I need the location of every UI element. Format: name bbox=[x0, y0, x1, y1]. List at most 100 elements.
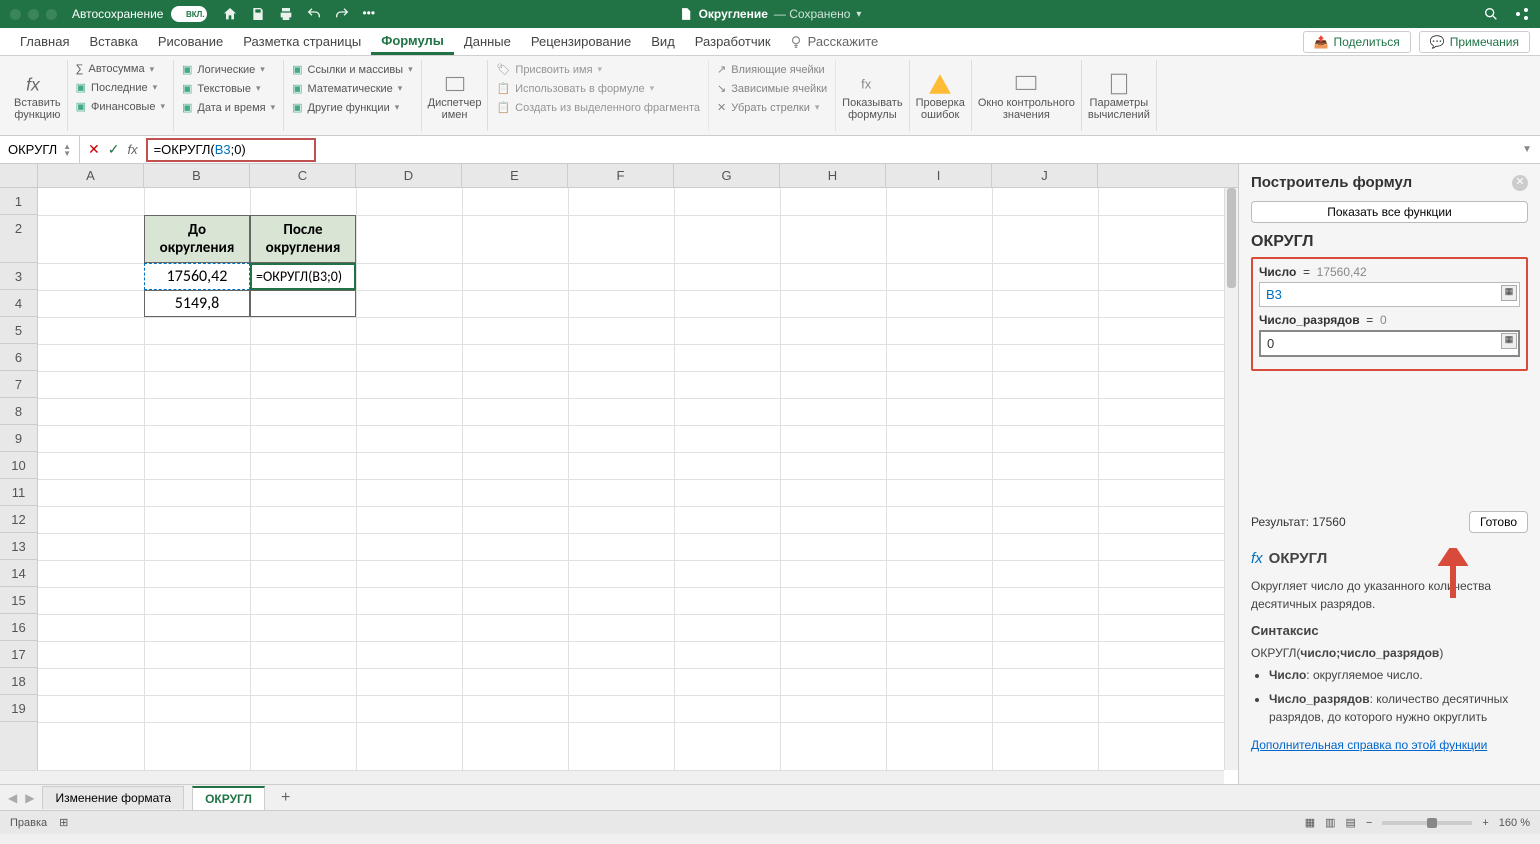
autosum-button[interactable]: ∑Автосумма bbox=[74, 60, 167, 78]
row-header[interactable]: 6 bbox=[0, 344, 37, 371]
save-icon[interactable] bbox=[250, 6, 266, 22]
accessibility-icon[interactable]: ⊞ bbox=[59, 816, 68, 829]
tab-view[interactable]: Вид bbox=[641, 30, 685, 53]
datetime-button[interactable]: ▣Дата и время bbox=[180, 98, 277, 117]
scrollbar-thumb[interactable] bbox=[1227, 188, 1236, 288]
financial-button[interactable]: ▣Финансовые bbox=[74, 97, 167, 116]
cell-c4[interactable] bbox=[250, 290, 356, 317]
row-header[interactable]: 17 bbox=[0, 641, 37, 668]
sheet-tab[interactable]: ОКРУГЛ bbox=[192, 786, 265, 810]
col-header-e[interactable]: E bbox=[462, 164, 568, 187]
col-header-d[interactable]: D bbox=[356, 164, 462, 187]
tab-pagelayout[interactable]: Разметка страницы bbox=[233, 30, 371, 53]
row-header[interactable]: 11 bbox=[0, 479, 37, 506]
trace-dependents-button[interactable]: ↘Зависимые ячейки bbox=[715, 79, 829, 98]
row-header[interactable]: 13 bbox=[0, 533, 37, 560]
next-sheet-icon[interactable]: ▶ bbox=[25, 791, 34, 805]
range-picker-icon[interactable]: ▦ bbox=[1501, 285, 1517, 301]
trace-precedents-button[interactable]: ↗Влияющие ячейки bbox=[715, 60, 829, 79]
window-controls[interactable] bbox=[10, 9, 57, 20]
name-manager-button[interactable]: Диспетчер имен bbox=[422, 60, 489, 131]
cell-b3[interactable]: 17560,42 bbox=[144, 263, 250, 290]
tab-review[interactable]: Рецензирование bbox=[521, 30, 641, 53]
range-picker-icon[interactable]: ▦ bbox=[1501, 333, 1517, 349]
view-normal-icon[interactable]: ▦ bbox=[1305, 816, 1315, 829]
row-header[interactable]: 12 bbox=[0, 506, 37, 533]
lookup-button[interactable]: ▣Ссылки и массивы bbox=[290, 60, 415, 79]
show-all-functions-button[interactable]: Показать все функции bbox=[1251, 201, 1528, 223]
row-header[interactable]: 3 bbox=[0, 263, 37, 290]
done-button[interactable]: Готово bbox=[1469, 511, 1528, 533]
cancel-icon[interactable]: ✕ bbox=[88, 141, 100, 158]
row-header[interactable]: 7 bbox=[0, 371, 37, 398]
row-header[interactable]: 4 bbox=[0, 290, 37, 317]
tab-home[interactable]: Главная bbox=[10, 30, 79, 53]
recent-button[interactable]: ▣Последние bbox=[74, 78, 167, 97]
close-icon[interactable]: ✕ bbox=[1512, 175, 1528, 191]
vertical-scrollbar[interactable] bbox=[1224, 188, 1238, 770]
col-header-j[interactable]: J bbox=[992, 164, 1098, 187]
more-icon[interactable]: ••• bbox=[362, 6, 375, 22]
col-header-g[interactable]: G bbox=[674, 164, 780, 187]
tab-insert[interactable]: Вставка bbox=[79, 30, 147, 53]
remove-arrows-button[interactable]: ✕Убрать стрелки bbox=[715, 98, 829, 117]
insert-function-button[interactable]: fx Вставить функцию bbox=[8, 60, 68, 131]
col-header-h[interactable]: H bbox=[780, 164, 886, 187]
col-header-b[interactable]: B bbox=[144, 164, 250, 187]
row-header[interactable]: 5 bbox=[0, 317, 37, 344]
expand-formula-bar-icon[interactable]: ▼ bbox=[1522, 144, 1532, 155]
horizontal-scrollbar[interactable] bbox=[0, 770, 1224, 784]
fx-icon[interactable]: fx bbox=[127, 142, 137, 157]
cell-c3[interactable]: =ОКРУГЛ(B3;0) bbox=[250, 263, 356, 290]
redo-icon[interactable] bbox=[334, 6, 350, 22]
autosave[interactable]: Автосохранение ВКЛ. bbox=[72, 6, 207, 22]
share-button[interactable]: 📤Поделиться bbox=[1303, 31, 1411, 53]
chevron-down-icon[interactable]: ▾ bbox=[856, 9, 861, 20]
col-header-f[interactable]: F bbox=[568, 164, 674, 187]
prev-sheet-icon[interactable]: ◀ bbox=[8, 791, 17, 805]
create-from-selection-button[interactable]: 📋Создать из выделенного фрагмента bbox=[494, 98, 702, 117]
comments-button[interactable]: 💬Примечания bbox=[1419, 31, 1530, 53]
view-pagelayout-icon[interactable]: ▥ bbox=[1325, 816, 1335, 829]
col-header-i[interactable]: I bbox=[886, 164, 992, 187]
row-header[interactable]: 16 bbox=[0, 614, 37, 641]
zoom-slider[interactable] bbox=[1382, 821, 1472, 825]
tab-developer[interactable]: Разработчик bbox=[685, 30, 781, 53]
tab-draw[interactable]: Рисование bbox=[148, 30, 233, 53]
cells-area[interactable]: До округления После округления 17560,42 … bbox=[38, 188, 1238, 784]
show-formulas-button[interactable]: fx Показывать формулы bbox=[836, 60, 909, 131]
enter-icon[interactable]: ✓ bbox=[108, 141, 120, 158]
calc-options-button[interactable]: Параметры вычислений bbox=[1082, 60, 1157, 131]
select-all-corner[interactable] bbox=[0, 164, 38, 187]
col-header-c[interactable]: C bbox=[250, 164, 356, 187]
undo-icon[interactable] bbox=[306, 6, 322, 22]
row-header[interactable]: 1 bbox=[0, 188, 37, 215]
zoom-level[interactable]: 160 % bbox=[1499, 817, 1530, 829]
arg1-input[interactable]: B3 bbox=[1259, 282, 1520, 307]
search-icon[interactable] bbox=[1483, 6, 1499, 22]
col-header-a[interactable]: A bbox=[38, 164, 144, 187]
name-box-dropdown-icon[interactable]: ▲▼ bbox=[63, 143, 71, 157]
tab-formulas[interactable]: Формулы bbox=[371, 29, 454, 55]
error-check-button[interactable]: Проверка ошибок bbox=[910, 60, 972, 131]
row-header[interactable]: 19 bbox=[0, 695, 37, 722]
text-button[interactable]: ▣Текстовые bbox=[180, 79, 277, 98]
name-box[interactable]: ОКРУГЛ ▲▼ bbox=[0, 136, 80, 163]
autosave-toggle[interactable]: ВКЛ. bbox=[171, 6, 207, 22]
watch-window-button[interactable]: Окно контрольного значения bbox=[972, 60, 1082, 131]
row-header[interactable]: 15 bbox=[0, 587, 37, 614]
row-header[interactable]: 10 bbox=[0, 452, 37, 479]
share-icon[interactable] bbox=[1514, 6, 1530, 22]
use-in-formula-button[interactable]: 📋Использовать в формуле bbox=[494, 79, 702, 98]
print-icon[interactable] bbox=[278, 6, 294, 22]
logical-button[interactable]: ▣Логические bbox=[180, 60, 277, 79]
arg2-input[interactable]: 0 bbox=[1259, 330, 1520, 357]
view-pagebreak-icon[interactable]: ▤ bbox=[1346, 816, 1356, 829]
row-header[interactable]: 14 bbox=[0, 560, 37, 587]
formula-input[interactable]: =ОКРУГЛ(B3;0) bbox=[146, 138, 316, 162]
tell-me[interactable]: Расскажите bbox=[789, 34, 879, 49]
more-functions-button[interactable]: ▣Другие функции bbox=[290, 98, 415, 117]
home-icon[interactable] bbox=[222, 6, 238, 22]
cell-c2[interactable]: После округления bbox=[250, 215, 356, 263]
define-name-button[interactable]: 🏷Присвоить имя bbox=[494, 60, 702, 79]
